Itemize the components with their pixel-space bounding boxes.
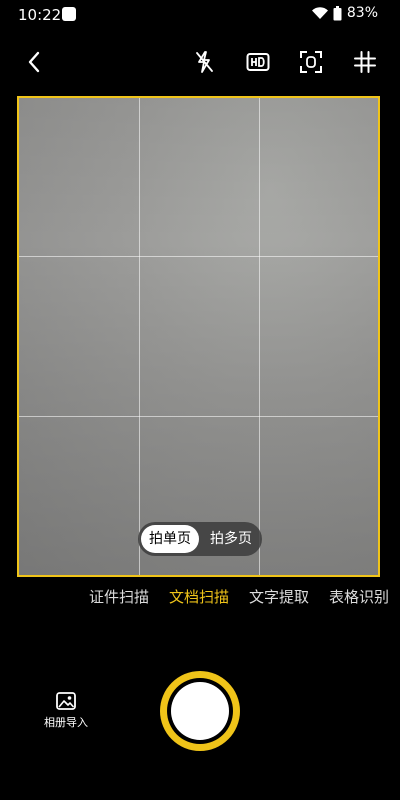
camera-toolbar <box>0 40 400 84</box>
scan-type-tabs: 证件扫描 文档扫描 文字提取 表格识别 <box>0 586 400 610</box>
camera-scan-screen: 10:22 83% 拍单页 拍多页 证件扫描 文档扫描 文字提取 表格识别 相册… <box>0 0 400 800</box>
single-page-button[interactable]: 拍单页 <box>141 525 199 553</box>
status-right-group: 83% <box>311 5 378 21</box>
tab-document-scan[interactable]: 文档扫描 <box>169 586 229 607</box>
battery-icon <box>333 5 342 21</box>
viewfinder-shading <box>19 98 378 575</box>
focus-icon[interactable] <box>297 48 325 76</box>
grid-line <box>259 98 260 575</box>
grid-icon[interactable] <box>351 48 379 76</box>
tab-id-scan[interactable]: 证件扫描 <box>89 586 149 607</box>
back-icon[interactable] <box>20 48 48 76</box>
notification-icon <box>62 7 76 21</box>
camera-viewfinder[interactable] <box>17 96 380 577</box>
flash-off-icon[interactable] <box>190 48 218 76</box>
wifi-icon <box>311 6 328 20</box>
shutter-button[interactable] <box>160 671 240 751</box>
battery-percent: 83% <box>346 5 378 21</box>
hd-icon[interactable] <box>244 48 272 76</box>
multi-page-button[interactable]: 拍多页 <box>202 525 260 553</box>
tab-text-extract[interactable]: 文字提取 <box>249 586 309 607</box>
status-time: 10:22 <box>18 6 62 24</box>
tab-table-recognition[interactable]: 表格识别 <box>329 586 389 607</box>
capture-mode-toggle: 拍单页 拍多页 <box>138 522 262 556</box>
album-import-button[interactable]: 相册导入 <box>38 692 94 736</box>
status-bar: 10:22 83% <box>0 0 400 30</box>
shutter-core <box>171 682 229 740</box>
image-icon <box>56 692 76 710</box>
grid-line <box>19 256 378 257</box>
album-import-label: 相册导入 <box>44 716 88 729</box>
grid-line <box>19 416 378 417</box>
grid-line <box>139 98 140 575</box>
